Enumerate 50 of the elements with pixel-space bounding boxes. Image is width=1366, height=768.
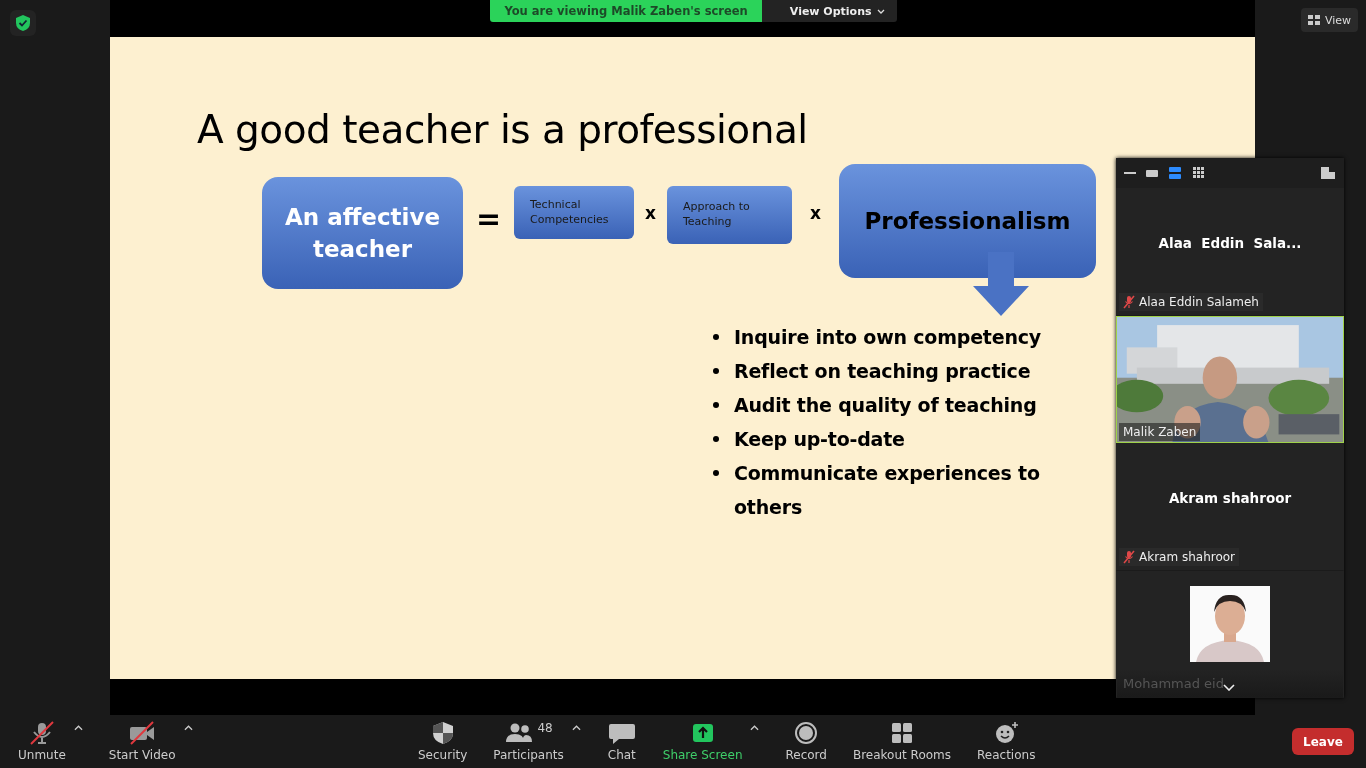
bullet-point: Keep up-to-date	[734, 427, 905, 452]
pop-out-button[interactable]	[1318, 164, 1338, 182]
concept-box: Professionalism	[839, 164, 1096, 278]
math-operator: x	[809, 203, 822, 223]
view-options-button[interactable]: View Options	[761, 0, 897, 22]
reactions-button[interactable]: Reactions	[973, 719, 1040, 764]
breakout-rooms-button[interactable]: Breakout Rooms	[848, 719, 955, 764]
bullet-dot	[713, 470, 719, 476]
concept-box: Technical Competencies	[514, 186, 634, 239]
record-button[interactable]: Record	[781, 719, 831, 764]
view-mode-button[interactable]	[1166, 164, 1184, 182]
grid-icon	[1192, 166, 1206, 180]
view-mode-button[interactable]	[1144, 167, 1160, 179]
encryption-shield-icon[interactable]	[10, 10, 36, 36]
grid-icon	[1307, 15, 1320, 25]
participant-label: Alaa Eddin Salameh	[1139, 294, 1259, 309]
security-button[interactable]: Security	[414, 719, 472, 764]
bullet-dot	[713, 402, 719, 408]
bullet-point: Audit the quality of teaching	[734, 393, 1037, 418]
unmute-button[interactable]: Unmute	[14, 719, 70, 764]
stacked-tiles-icon	[1168, 166, 1182, 180]
math-operator: =	[474, 201, 503, 236]
single-tile-icon	[1146, 169, 1158, 177]
view-button[interactable]: View	[1300, 8, 1358, 32]
viewing-banner: You are viewing Malik Zaben's screen	[490, 0, 762, 22]
bullet-dot	[713, 368, 719, 374]
chevron-icon	[876, 8, 885, 14]
start-video-button[interactable]: Start Video	[104, 719, 180, 764]
bullet-dot	[713, 334, 719, 340]
pop-out-icon	[1320, 166, 1336, 180]
participants-button[interactable]: 48 Participants	[489, 719, 568, 764]
participant-name: Alaa Eddin Sala...	[1158, 234, 1302, 251]
concept-box: An affective teacher	[262, 177, 463, 289]
concept-box: Approach to Teaching	[667, 186, 792, 244]
bullet-point: Communicate experiences to others	[734, 461, 1041, 520]
leave-button[interactable]: Leave	[1292, 728, 1354, 755]
chat-button[interactable]: Chat	[602, 719, 641, 764]
participant-label: Akram shahroor	[1139, 549, 1236, 564]
slide-title: A good teacher is a professional	[197, 106, 809, 154]
math-operator: x	[644, 203, 657, 223]
bullet-point: Reflect on teaching practice	[734, 359, 1031, 384]
bullet-dot	[713, 436, 719, 442]
down-arrow	[972, 252, 1029, 316]
expand-caret[interactable]	[1223, 684, 1235, 691]
bullet-point: Inquire into own competency	[734, 325, 1041, 350]
share-screen-button[interactable]: Share Screen	[658, 719, 747, 764]
participant-count: 48	[537, 721, 553, 735]
participant-label: Malik Zaben	[1123, 425, 1197, 439]
participant-name: Akram shahroor	[1168, 489, 1292, 506]
minimize-icon	[1124, 172, 1136, 174]
